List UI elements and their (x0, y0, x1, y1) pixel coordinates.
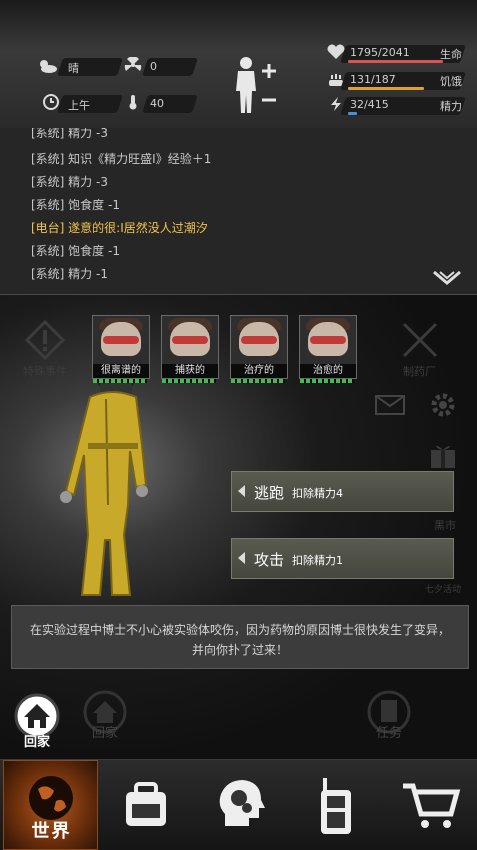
caret-left-icon (238, 552, 245, 564)
head-gears-icon (219, 780, 265, 826)
log-line: [系统] 精力 -1 (31, 267, 108, 281)
hunger-label: 饥饿 (440, 75, 462, 88)
nav-shop[interactable] (383, 760, 477, 850)
bottom-nav: 世界 (0, 759, 477, 850)
pharmacy-button[interactable]: 制药厂 (392, 320, 447, 379)
enemy-hp-bar (300, 379, 354, 383)
hunger-value: 131/187 (350, 73, 396, 86)
enemy-card[interactable]: 很离谱的 (92, 315, 150, 379)
flee-label: 逃跑 (254, 484, 285, 502)
energy-bar (348, 112, 357, 115)
pharmacy-label: 制药厂 (403, 365, 436, 378)
task-label-faded: 任务 (375, 726, 402, 741)
weather-icon (40, 60, 57, 73)
black-market-button[interactable]: 黑市 (425, 517, 465, 533)
time-text: 上午 (68, 99, 90, 112)
thermometer-icon (129, 95, 137, 110)
black-market-label: 黑市 (434, 519, 456, 532)
enemy-hp-bar (162, 379, 216, 383)
life-value: 1795/2041 (350, 46, 410, 59)
nav-backpack[interactable] (98, 760, 193, 850)
nav-world[interactable]: 世界 (3, 760, 98, 850)
log-line: [系统] 精力 -3 (31, 175, 108, 189)
pharmacy-icon (402, 322, 437, 358)
log-line: [系统] 饱食度 -1 (31, 244, 120, 258)
status-bar: 晴 0 上午 40 1795/2041 生命 131/187 饥饿 32/415… (0, 0, 477, 129)
body-status-icon[interactable] (232, 55, 280, 115)
story-dialog: 在实验过程中博士不小心被实验体咬伤，因为药物的原因博士很快发生了变异，并向你扑了… (11, 605, 469, 669)
log-line: [系统] 知识《精力旺盛Ⅰ》经验＋1 (31, 152, 212, 166)
player-character (60, 361, 148, 596)
enemy-card[interactable]: 治愈的 (299, 315, 357, 379)
radiation-icon (124, 57, 142, 71)
energy-label: 精力 (440, 100, 462, 113)
task-button-faded: 任务 (364, 690, 414, 741)
caret-left-icon (238, 485, 245, 497)
energy-value: 32/415 (350, 98, 389, 111)
enemy-card[interactable]: 治疗的 (230, 315, 288, 379)
life-bar (348, 60, 443, 63)
life-label: 生命 (440, 48, 462, 61)
log-line: [系统] 饱食度 -1 (31, 198, 120, 212)
enemy-name: 很离谱的 (93, 364, 149, 378)
enemy-name: 治愈的 (300, 364, 356, 378)
enemy-name: 捕获的 (162, 364, 218, 378)
home-button[interactable]: 回家 (12, 693, 62, 750)
gift-icon[interactable] (428, 440, 458, 470)
walkie-talkie-icon (321, 778, 351, 834)
gear-icon[interactable] (428, 390, 458, 420)
enemy-hp-bar (93, 379, 147, 383)
shopping-cart-icon (403, 783, 461, 828)
log-line: [系统] 精力 -3 (31, 128, 108, 140)
nav-skills[interactable] (193, 760, 288, 850)
mail-icon[interactable] (375, 395, 405, 415)
nav-radio[interactable] (289, 760, 384, 850)
message-log[interactable]: [系统] 精力 -3 [系统] 知识《精力旺盛Ⅰ》经验＋1 [系统] 精力 -3… (0, 128, 477, 295)
nav-world-label: 世界 (31, 821, 72, 842)
home-label: 回家 (23, 735, 50, 750)
chevron-down-icon[interactable] (432, 270, 462, 286)
attack-cost: 扣除精力1 (292, 554, 343, 567)
weather-text: 晴 (68, 62, 79, 75)
seven-day-button[interactable]: 七夕活动 (418, 582, 468, 595)
attack-button[interactable]: 攻击 扣除精力1 (231, 538, 454, 579)
warning-icon (24, 319, 66, 361)
story-text: 在实验过程中博士不小心被实验体咬伤，因为药物的原因博士很快发生了变异，并向你扑了… (29, 623, 450, 657)
home-label-faded: 回家 (91, 726, 118, 741)
enemy-hp-bar (231, 379, 285, 383)
enemy-card[interactable]: 捕获的 (161, 315, 219, 379)
radiation-value: 0 (150, 60, 157, 73)
seven-day-label: 七夕活动 (424, 585, 461, 595)
backpack-icon (126, 782, 166, 826)
flee-button[interactable]: 逃跑 扣除精力4 (231, 471, 454, 512)
flee-cost: 扣除精力4 (292, 487, 343, 500)
home-button-faded: 回家 (80, 690, 130, 741)
enemy-name: 治疗的 (231, 364, 287, 378)
attack-label: 攻击 (254, 551, 285, 569)
log-line-radio: [电台] 遂意的很:I居然没人过潮汐 (31, 221, 208, 235)
hunger-bar (348, 87, 424, 90)
temperature-value: 40 (150, 97, 164, 110)
